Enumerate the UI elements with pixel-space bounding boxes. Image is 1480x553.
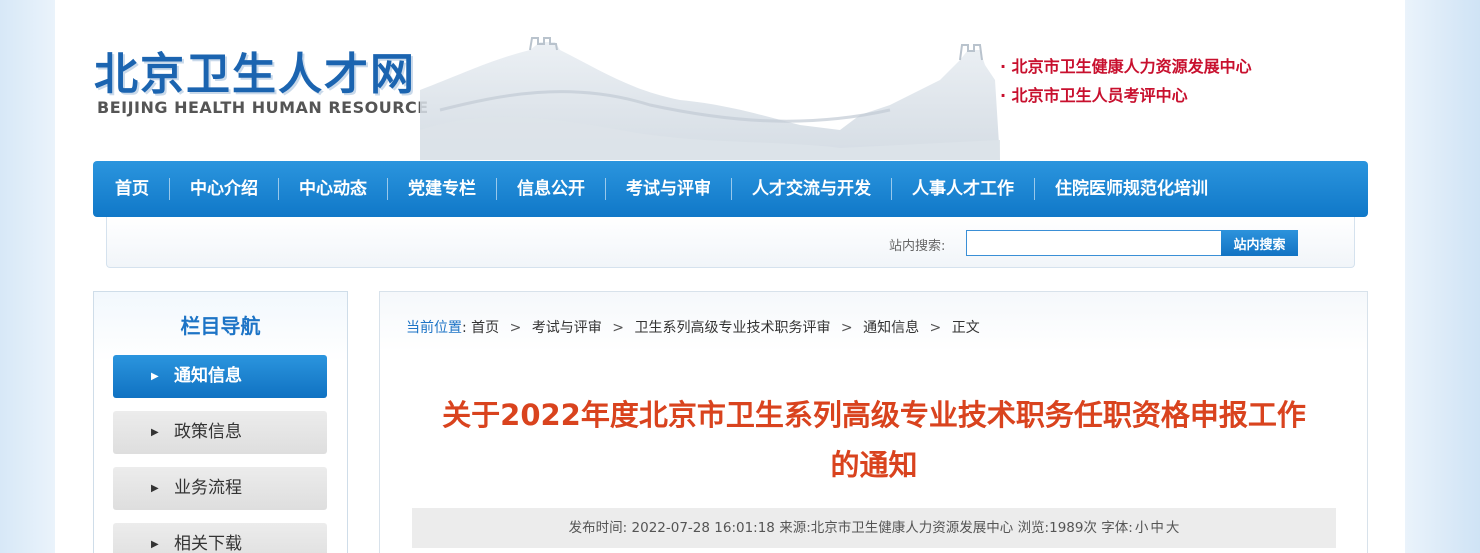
sidebar-item-procedures[interactable]: ▶ 业务流程 xyxy=(113,467,327,510)
site-logo-english: BEIJING HEALTH HUMAN RESOURCE xyxy=(97,98,429,117)
article-title: 关于2022年度北京市卫生系列高级专业技术职务任职资格申报工作 的通知 xyxy=(412,390,1336,490)
breadcrumb-current: 正文 xyxy=(951,320,980,336)
nav-item-about[interactable]: 中心介绍 xyxy=(170,161,278,217)
chevron-right-icon: ▶ xyxy=(151,483,159,494)
breadcrumb-separator: > xyxy=(612,320,624,336)
breadcrumb-separator: > xyxy=(929,320,942,336)
sidebar-item-notices[interactable]: ▶ 通知信息 xyxy=(113,355,327,398)
font-size-large[interactable]: 大 xyxy=(1166,520,1180,536)
article-panel: 当前位置: 首页 > 考试与评审 > 卫生系列高级专业技术职务评审 > 通知信息… xyxy=(379,291,1368,553)
nav-item-exams[interactable]: 考试与评审 xyxy=(606,161,731,217)
nav-item-residency-training[interactable]: 住院医师规范化培训 xyxy=(1035,161,1228,217)
search-bar: 站内搜索: 站内搜索 xyxy=(106,217,1355,268)
nav-item-personnel[interactable]: 人事人才工作 xyxy=(892,161,1034,217)
breadcrumb: 当前位置: 首页 > 考试与评审 > 卫生系列高级专业技术职务评审 > 通知信息… xyxy=(406,317,980,337)
nav-item-home[interactable]: 首页 xyxy=(95,161,169,217)
nav-item-disclosure[interactable]: 信息公开 xyxy=(497,161,605,217)
main-nav: 首页 中心介绍 中心动态 党建专栏 信息公开 考试与评审 人才交流与开发 人事人… xyxy=(93,161,1368,217)
article-title-line2: 的通知 xyxy=(830,448,918,482)
org-link-evaluation-center[interactable]: · 北京市卫生人员考评中心 xyxy=(1000,81,1252,110)
sidebar-item-downloads[interactable]: ▶ 相关下载 xyxy=(113,523,327,553)
font-size-medium[interactable]: 中 xyxy=(1150,520,1164,536)
publish-time: 2022-07-28 16:01:18 xyxy=(631,520,775,536)
breadcrumb-prefix: 当前位置 xyxy=(406,320,462,336)
views-label: 浏览: xyxy=(1017,520,1050,536)
organization-links: · 北京市卫生健康人力资源发展中心 · 北京市卫生人员考评中心 xyxy=(1000,52,1252,110)
breadcrumb-separator: > xyxy=(509,320,522,336)
font-size-small[interactable]: 小 xyxy=(1135,520,1149,536)
publish-label: 发布时间: xyxy=(568,520,628,536)
chevron-right-icon: ▶ xyxy=(151,371,159,382)
nav-item-news[interactable]: 中心动态 xyxy=(279,161,387,217)
breadcrumb-senior-review[interactable]: 卫生系列高级专业技术职务评审 xyxy=(634,320,830,336)
search-label: 站内搜索: xyxy=(889,239,946,254)
sidebar-title: 栏目导航 xyxy=(180,314,261,338)
sidebar-item-policies[interactable]: ▶ 政策信息 xyxy=(113,411,327,454)
nav-item-talent-exchange[interactable]: 人才交流与开发 xyxy=(732,161,891,217)
sidebar-item-label: 通知信息 xyxy=(174,366,242,386)
article-meta: 发布时间: 2022-07-28 16:01:18 来源:北京市卫生健康人力资源… xyxy=(412,508,1336,548)
breadcrumb-exams[interactable]: 考试与评审 xyxy=(532,320,602,336)
great-wall-banner-image xyxy=(420,37,1000,160)
sidebar-item-label: 政策信息 xyxy=(174,422,242,442)
chevron-right-icon: ▶ xyxy=(151,539,159,550)
search-button[interactable]: 站内搜索 xyxy=(1221,230,1298,256)
source-label: 来源: xyxy=(779,520,811,536)
chevron-right-icon: ▶ xyxy=(151,427,159,438)
article-title-line1: 关于2022年度北京市卫生系列高级专业技术职务任职资格申报工作 xyxy=(442,398,1306,432)
source-value: 北京市卫生健康人力资源发展中心 xyxy=(810,520,1014,536)
font-label: 字体: xyxy=(1101,520,1133,536)
site-header: 北京卫生人才网 BEIJING HEALTH HUMAN RESOURCE · … xyxy=(0,0,1480,160)
breadcrumb-notices[interactable]: 通知信息 xyxy=(863,320,919,336)
breadcrumb-colon: : xyxy=(462,320,467,336)
org-link-hr-center[interactable]: · 北京市卫生健康人力资源发展中心 xyxy=(1000,52,1252,81)
search-input[interactable] xyxy=(966,230,1222,256)
breadcrumb-home[interactable]: 首页 xyxy=(471,320,499,336)
breadcrumb-separator: > xyxy=(840,320,853,336)
sidebar-item-label: 业务流程 xyxy=(174,478,242,498)
nav-item-party[interactable]: 党建专栏 xyxy=(388,161,496,217)
site-logo[interactable]: 北京卫生人才网 xyxy=(94,38,416,102)
sidebar-item-label: 相关下载 xyxy=(174,534,242,553)
views-count: 1989次 xyxy=(1049,520,1097,536)
sidebar: 栏目导航 ▶ 通知信息 ▶ 政策信息 ▶ 业务流程 ▶ 相关下载 xyxy=(93,291,348,553)
